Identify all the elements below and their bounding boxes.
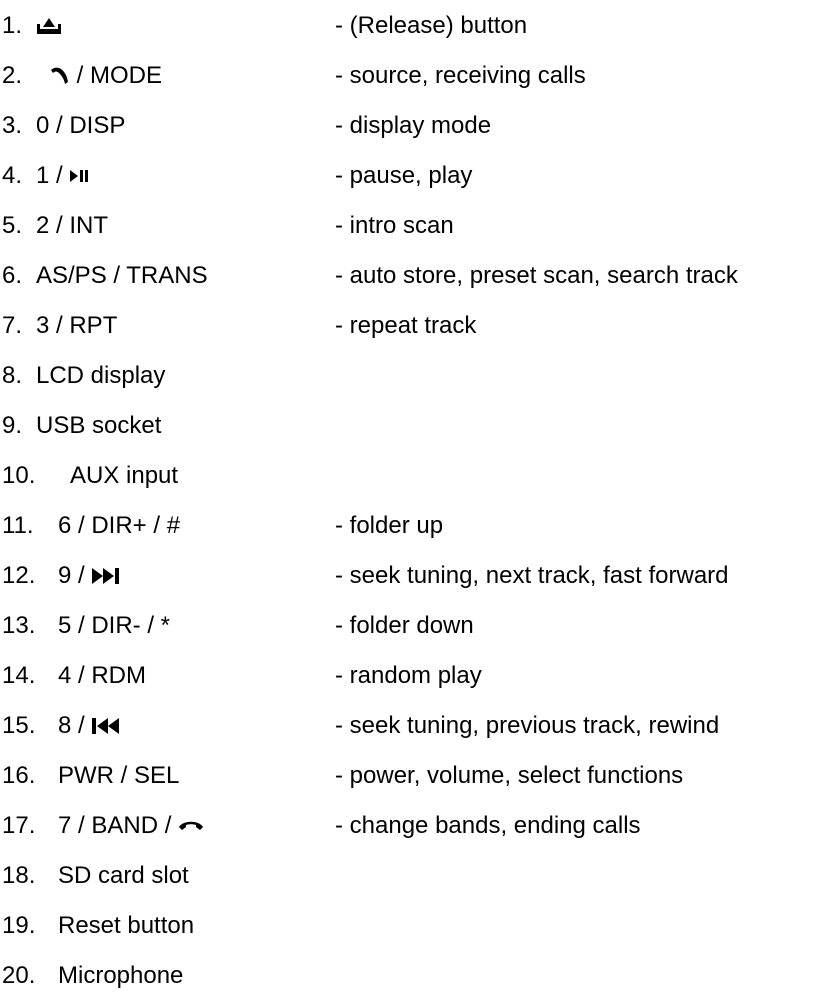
item-description: - repeat track: [335, 312, 477, 339]
item-description: - auto store, preset scan, search track: [335, 262, 738, 289]
item-label: PWR / SEL: [58, 762, 180, 789]
list-item: 3. 0 / DISP - display mode: [0, 106, 836, 156]
item-description: - seek tuning, previous track, rewind: [335, 712, 720, 739]
play-pause-icon: [69, 168, 89, 184]
item-description: - (Release) button: [335, 12, 528, 39]
item-label: 0 / DISP: [36, 112, 126, 139]
item-label: 7 / BAND /: [58, 806, 204, 846]
list-item: 4. 1 / - pause, play: [0, 156, 836, 206]
previous-track-icon: [91, 717, 121, 735]
list-item: 5. 2 / INT - intro scan: [0, 206, 836, 256]
list-item: 8. LCD display: [0, 356, 836, 406]
item-number: 19.: [2, 912, 36, 939]
item-number: 8.: [2, 362, 23, 389]
item-label: [36, 6, 62, 46]
item-description: - display mode: [335, 112, 492, 139]
item-label: 2 / INT: [36, 212, 109, 239]
item-number: 1.: [2, 12, 23, 39]
item-label: Reset button: [58, 912, 195, 939]
item-label: SD card slot: [58, 862, 189, 889]
controls-legend-list: 1. - (Release) button 2. / MODE - source…: [0, 6, 836, 1006]
item-label: 5 / DIR- / *: [58, 612, 171, 639]
phone-answer-icon: [48, 66, 70, 86]
item-description: - pause, play: [335, 162, 473, 189]
item-number: 10.: [2, 462, 36, 489]
item-number: 14.: [2, 662, 36, 689]
item-label: 1 /: [36, 156, 89, 196]
list-item: 6. AS/PS / TRANS - auto store, preset sc…: [0, 256, 836, 306]
item-number: 16.: [2, 762, 36, 789]
item-number: 18.: [2, 862, 36, 889]
item-description: - intro scan: [335, 212, 454, 239]
list-item: 1. - (Release) button: [0, 6, 836, 56]
item-number: 11.: [2, 512, 34, 539]
list-item: 20. Microphone: [0, 956, 836, 1006]
item-number: 7.: [2, 312, 23, 339]
item-label: 8 /: [58, 706, 121, 746]
item-label: / MODE: [36, 56, 162, 96]
item-label: 9 /: [58, 556, 121, 596]
list-item: 12. 9 / - seek tuning, next track, fast …: [0, 556, 836, 606]
list-item: 2. / MODE - source, receiving calls: [0, 56, 836, 106]
item-label: Microphone: [58, 962, 184, 989]
item-number: 15.: [2, 712, 36, 739]
item-number: 12.: [2, 562, 36, 589]
item-number: 3.: [2, 112, 23, 139]
item-number: 6.: [2, 262, 23, 289]
item-description: - seek tuning, next track, fast forward: [335, 562, 729, 589]
item-label: AS/PS / TRANS: [36, 262, 208, 289]
list-item: 11. 6 / DIR+ / # - folder up: [0, 506, 836, 556]
list-item: 19. Reset button: [0, 906, 836, 956]
next-track-icon: [91, 567, 121, 585]
item-number: 17.: [2, 812, 36, 839]
list-item: 13. 5 / DIR- / * - folder down: [0, 606, 836, 656]
item-label: 4 / RDM: [58, 662, 147, 689]
item-description: - folder down: [335, 612, 474, 639]
list-item: 9. USB socket: [0, 406, 836, 456]
item-number: 9.: [2, 412, 23, 439]
list-item: 10. AUX input: [0, 456, 836, 506]
item-description: - change bands, ending calls: [335, 812, 641, 839]
item-label: AUX input: [70, 462, 179, 489]
item-number: 20.: [2, 962, 36, 989]
list-item: 14. 4 / RDM - random play: [0, 656, 836, 706]
item-label: 6 / DIR+ / #: [58, 512, 181, 539]
item-label: USB socket: [36, 412, 162, 439]
item-number: 4.: [2, 162, 23, 189]
item-description: - random play: [335, 662, 482, 689]
item-description: - power, volume, select functions: [335, 762, 684, 789]
item-label: LCD display: [36, 362, 166, 389]
item-number: 13.: [2, 612, 36, 639]
eject-icon: [36, 17, 62, 35]
list-item: 18. SD card slot: [0, 856, 836, 906]
phone-hangup-icon: [178, 819, 204, 833]
item-number: 2.: [2, 62, 23, 89]
item-description: - source, receiving calls: [335, 62, 586, 89]
list-item: 15. 8 / - seek tuning, previous track, r…: [0, 706, 836, 756]
item-number: 5.: [2, 212, 23, 239]
list-item: 17. 7 / BAND / - change bands, ending ca…: [0, 806, 836, 856]
item-description: - folder up: [335, 512, 444, 539]
list-item: 16. PWR / SEL - power, volume, select fu…: [0, 756, 836, 806]
list-item: 7. 3 / RPT - repeat track: [0, 306, 836, 356]
item-label: 3 / RPT: [36, 312, 118, 339]
